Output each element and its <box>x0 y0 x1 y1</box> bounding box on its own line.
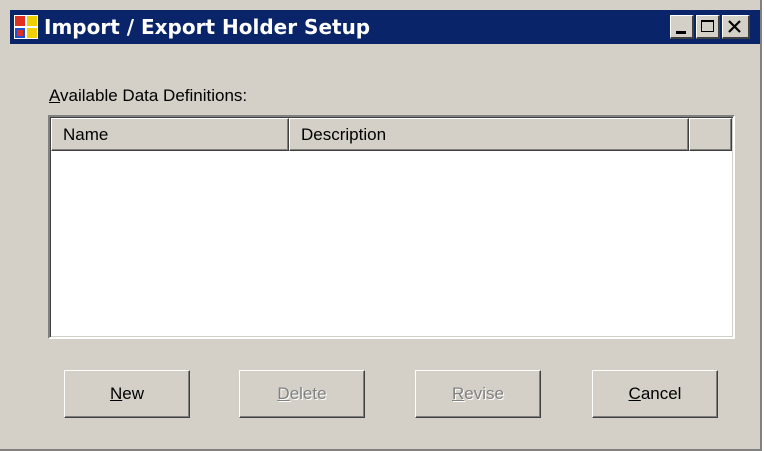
delete-label: elete <box>289 384 327 403</box>
column-header-filler <box>689 118 732 151</box>
label-mnemonic: A <box>49 86 61 105</box>
minimize-button[interactable] <box>670 15 694 39</box>
close-icon <box>728 20 741 33</box>
delete-button[interactable]: Delete <box>239 370 365 418</box>
delete-mnemonic: D <box>277 384 290 403</box>
new-mnemonic: N <box>109 384 123 403</box>
new-label: ew <box>122 384 144 403</box>
maximize-button[interactable] <box>696 15 720 39</box>
revise-mnemonic: R <box>452 384 465 403</box>
data-definitions-list[interactable]: Name Description <box>48 115 735 339</box>
label-text: vailable Data Definitions: <box>60 86 248 105</box>
list-header: Name Description <box>51 118 732 151</box>
window-title: Import / Export Holder Setup <box>44 15 371 39</box>
title-bar[interactable]: Import / Export Holder Setup <box>10 10 760 44</box>
new-button[interactable]: New <box>64 370 190 418</box>
column-header-name[interactable]: Name <box>51 118 289 151</box>
available-definitions-label: Available Data Definitions: <box>49 86 247 106</box>
list-body[interactable] <box>51 151 732 336</box>
revise-button[interactable]: Revise <box>415 370 541 418</box>
dialog-window: Import / Export Holder Setup Available D… <box>0 0 762 451</box>
minimize-icon <box>676 31 686 34</box>
app-window-icon <box>14 15 38 39</box>
revise-label: evise <box>464 384 504 403</box>
cancel-label: ancel <box>640 384 682 403</box>
close-button[interactable] <box>722 15 750 39</box>
maximize-icon <box>701 20 714 32</box>
column-header-description[interactable]: Description <box>289 118 689 151</box>
cancel-button[interactable]: Cancel <box>592 370 718 418</box>
cancel-mnemonic: C <box>628 384 641 403</box>
